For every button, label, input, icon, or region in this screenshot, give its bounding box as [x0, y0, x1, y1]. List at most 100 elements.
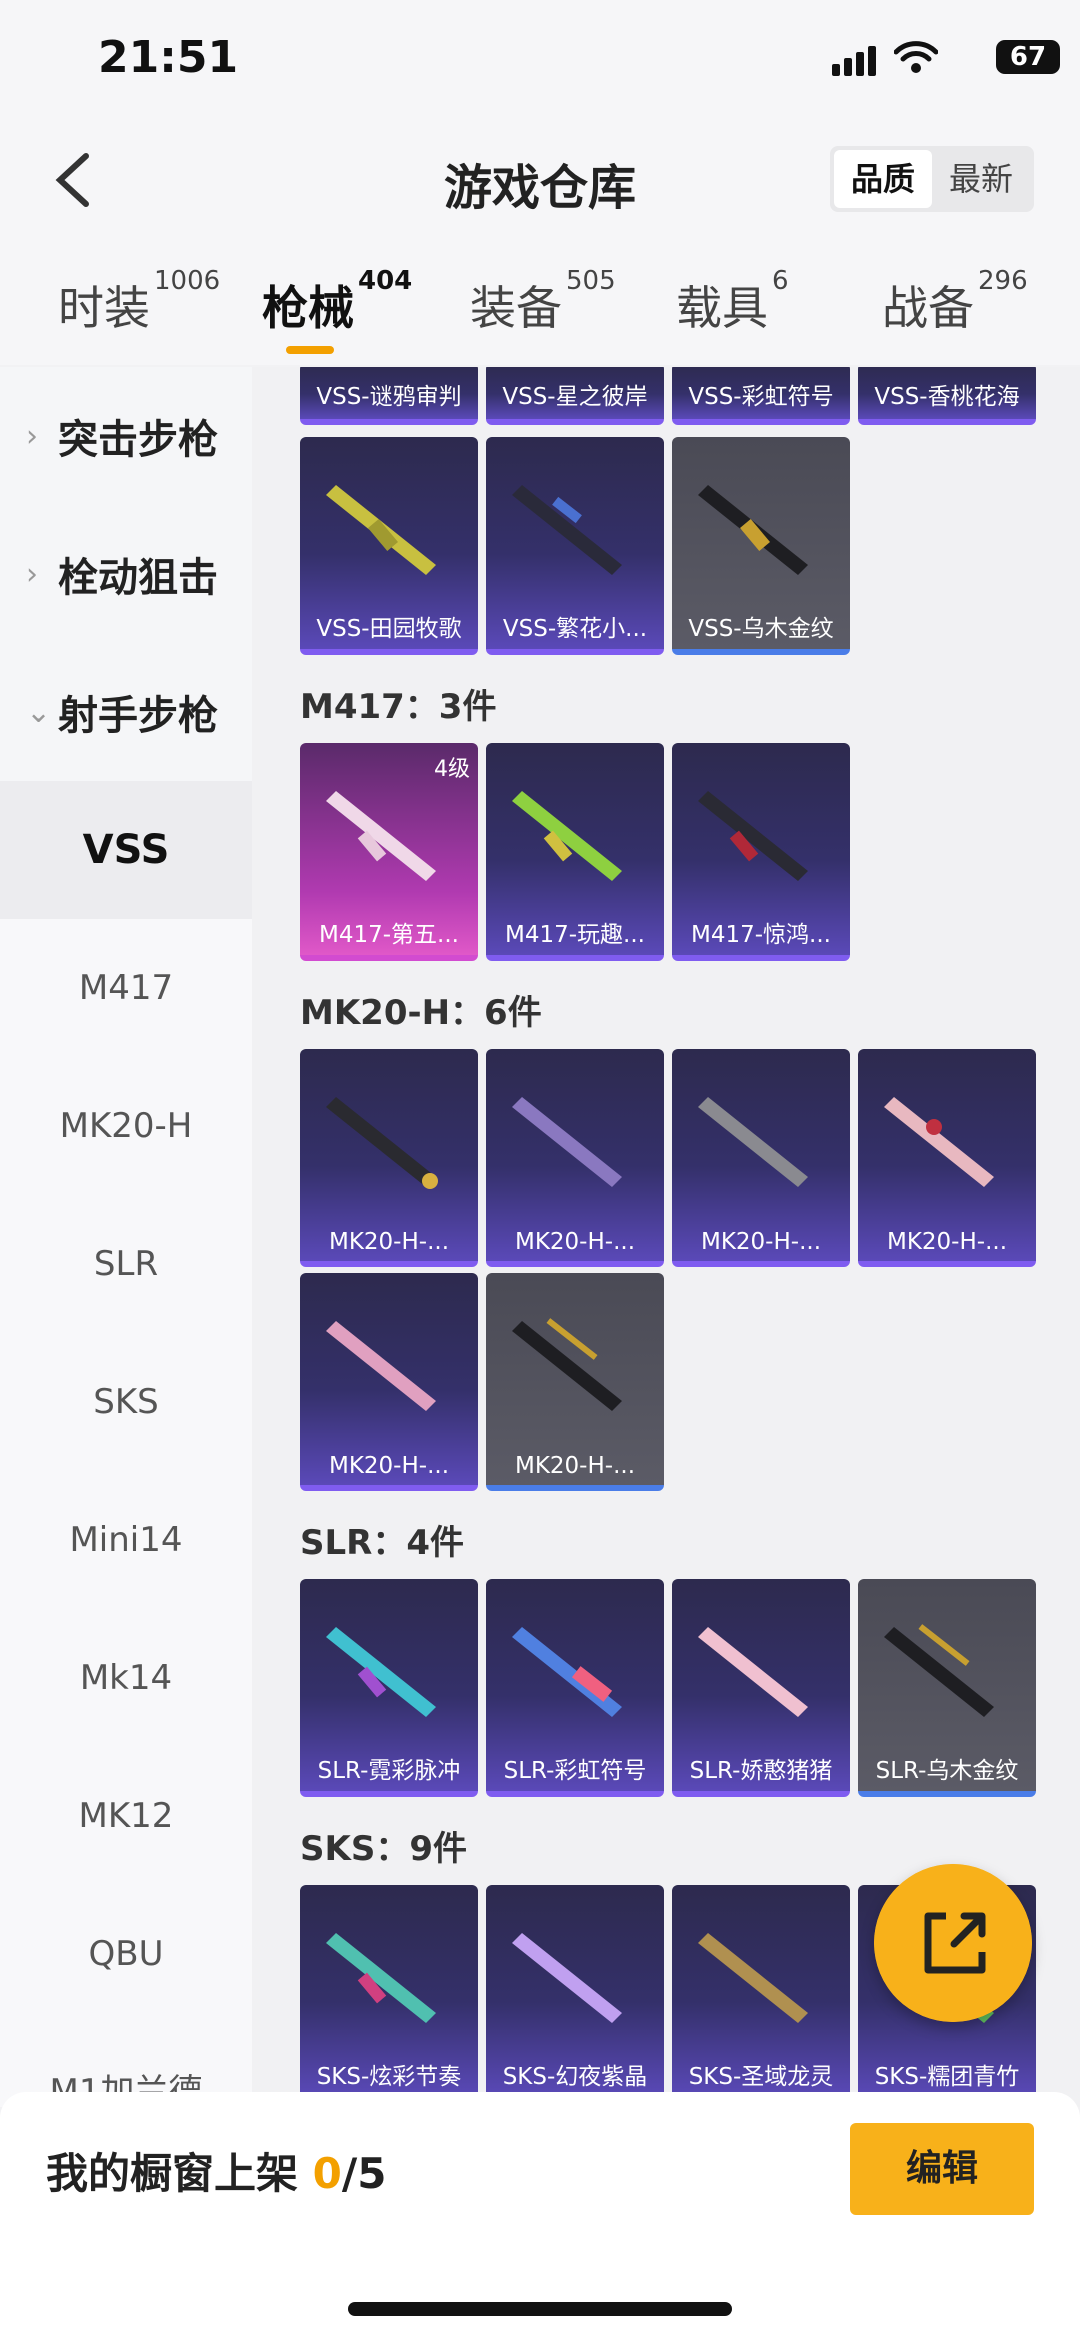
- item-name: MK20-H-...: [328, 1229, 450, 1255]
- item-name: SKS-幻夜紫晶: [502, 2064, 648, 2090]
- item-card[interactable]: SLR-彩虹符号: [486, 1579, 664, 1797]
- category-assault-rifle[interactable]: › 突击步枪: [0, 367, 252, 505]
- sidebar-item-slr[interactable]: SLR: [0, 1195, 252, 1333]
- item-name: MK20-H-...: [328, 1453, 450, 1479]
- tab-equipment[interactable]: 装备 505: [470, 266, 616, 338]
- item-card[interactable]: M417-玩趣...: [486, 743, 664, 961]
- tab-vehicles[interactable]: 载具 6: [676, 266, 789, 338]
- rifle-image: [326, 1627, 436, 1717]
- section-title: SKS：9件: [300, 1829, 467, 1869]
- home-indicator: [348, 2302, 732, 2316]
- sort-newest-button[interactable]: 最新: [932, 150, 1030, 208]
- item-card[interactable]: MK20-H-...: [300, 1273, 478, 1491]
- item-card[interactable]: SLR-娇憨猪猪: [672, 1579, 850, 1797]
- tab-fashion[interactable]: 时装 1006: [58, 266, 220, 338]
- section-title: SLR：4件: [300, 1523, 464, 1563]
- section-title: MK20-H：6件: [300, 993, 542, 1033]
- item-name: SKS-糯团青竹: [874, 2064, 1020, 2090]
- sidebar-item-mk14[interactable]: Mk14: [0, 1609, 252, 1747]
- item-name: SKS-炫彩节奏: [316, 2064, 462, 2090]
- item-name: VSS-香桃花海: [874, 384, 1020, 410]
- item-card[interactable]: MK20-H-...: [486, 1273, 664, 1491]
- item-name: M417-惊鸿...: [691, 922, 831, 948]
- item-card[interactable]: VSS-繁花小...: [486, 437, 664, 655]
- rifle-image: [512, 791, 622, 881]
- item-name: SLR-乌木金纹: [875, 1758, 1019, 1784]
- rifle-image: [512, 1627, 622, 1717]
- item-name: VSS-乌木金纹: [688, 616, 834, 642]
- sidebar-item-m417[interactable]: M417: [0, 919, 252, 1057]
- sidebar-item-sks[interactable]: SKS: [0, 1333, 252, 1471]
- item-card[interactable]: SKS-圣域龙灵: [672, 1885, 850, 2103]
- rifle-image: [326, 1321, 436, 1411]
- rifle-image: [698, 1627, 808, 1717]
- sort-quality-button[interactable]: 品质: [834, 150, 932, 208]
- status-time: 21:51: [98, 32, 239, 83]
- item-name: MK20-H-...: [514, 1229, 636, 1255]
- rifle-image: [512, 1318, 622, 1411]
- sidebar-item-mini14[interactable]: Mini14: [0, 1471, 252, 1609]
- rifle-image: [698, 1097, 808, 1187]
- item-card[interactable]: VSS-田园牧歌: [300, 437, 478, 655]
- item-card[interactable]: MK20-H-...: [486, 1049, 664, 1267]
- sidebar-item-vss[interactable]: VSS: [0, 781, 252, 919]
- rifle-image: [698, 1933, 808, 2023]
- item-card[interactable]: VSS-星之彼岸: [486, 367, 664, 425]
- sidebar-item-mk12[interactable]: MK12: [0, 1747, 252, 1885]
- item-card[interactable]: SKS-幻夜紫晶: [486, 1885, 664, 2103]
- item-name: MK20-H-...: [514, 1453, 636, 1479]
- item-name: MK20-H-...: [700, 1229, 822, 1255]
- item-name: VSS-繁花小...: [502, 616, 648, 642]
- showcase-status: 我的橱窗上架 0/5: [46, 2149, 387, 2198]
- rifle-image: [512, 485, 622, 575]
- share-icon[interactable]: [874, 1864, 1032, 2022]
- chevron-right-icon: ›: [26, 418, 38, 454]
- tab-indicator: [286, 346, 334, 354]
- rifle-image: [884, 1097, 994, 1187]
- item-name: VSS-谜鸦审判: [316, 384, 462, 410]
- item-name: VSS-彩虹符号: [688, 384, 834, 410]
- item-name: SKS-圣域龙灵: [688, 2064, 834, 2090]
- rifle-image: [326, 485, 436, 575]
- item-card[interactable]: VSS-彩虹符号: [672, 367, 850, 425]
- item-grid: VSS-谜鸦审判 VSS-星之彼岸 VSS-彩虹符号 VSS-香桃花海 VSS-…: [252, 367, 1080, 2107]
- item-name: M417-第五...: [319, 922, 459, 948]
- tab-firearms[interactable]: 枪械 404: [262, 266, 412, 338]
- item-card[interactable]: MK20-H-...: [300, 1049, 478, 1267]
- item-card[interactable]: VSS-谜鸦审判: [300, 367, 478, 425]
- category-sidebar: › 突击步枪 › 栓动狙击 ⌄ 射手步枪 VSS M417 MK20-H SLR SK…: [0, 367, 252, 2107]
- rifle-image: [698, 485, 808, 575]
- edit-button[interactable]: 编辑: [850, 2123, 1034, 2215]
- item-card[interactable]: SLR-霓彩脉冲: [300, 1579, 478, 1797]
- item-card[interactable]: SLR-乌木金纹: [858, 1579, 1036, 1797]
- item-name: SLR-彩虹符号: [503, 1758, 647, 1784]
- rifle-image: [884, 1624, 994, 1717]
- item-name: VSS-田园牧歌: [316, 616, 462, 642]
- item-card[interactable]: MK20-H-...: [858, 1049, 1036, 1267]
- rifle-image: [698, 791, 808, 881]
- item-card[interactable]: M417-惊鸿...: [672, 743, 850, 961]
- sort-toggle[interactable]: 品质 最新: [830, 146, 1034, 212]
- cellular-signal-icon: [832, 46, 878, 76]
- item-card[interactable]: MK20-H-...: [672, 1049, 850, 1267]
- rifle-image: [512, 1097, 622, 1187]
- item-name: VSS-星之彼岸: [502, 384, 648, 410]
- item-card[interactable]: 4级 M417-第五...: [300, 743, 478, 961]
- rifle-image: [326, 1097, 438, 1189]
- wifi-icon: [894, 41, 938, 73]
- rifle-image: [512, 1933, 622, 2023]
- item-card[interactable]: VSS-乌木金纹: [672, 437, 850, 655]
- sidebar-item-mk20h[interactable]: MK20-H: [0, 1057, 252, 1195]
- category-marksman-rifle[interactable]: ⌄ 射手步枪: [0, 643, 252, 781]
- item-card[interactable]: VSS-香桃花海: [858, 367, 1036, 425]
- item-name: M417-玩趣...: [505, 922, 645, 948]
- tab-supplies[interactable]: 战备 296: [882, 266, 1028, 338]
- chevron-down-icon: ⌄: [26, 694, 52, 730]
- category-bolt-sniper[interactable]: › 栓动狙击: [0, 505, 252, 643]
- item-name: SLR-娇憨猪猪: [689, 1758, 833, 1784]
- battery-icon: 67: [996, 40, 1060, 74]
- sidebar-item-qbu[interactable]: QBU: [0, 1885, 252, 2023]
- item-name: SLR-霓彩脉冲: [317, 1758, 461, 1784]
- item-card[interactable]: SKS-炫彩节奏: [300, 1885, 478, 2103]
- item-name: MK20-H-...: [886, 1229, 1008, 1255]
